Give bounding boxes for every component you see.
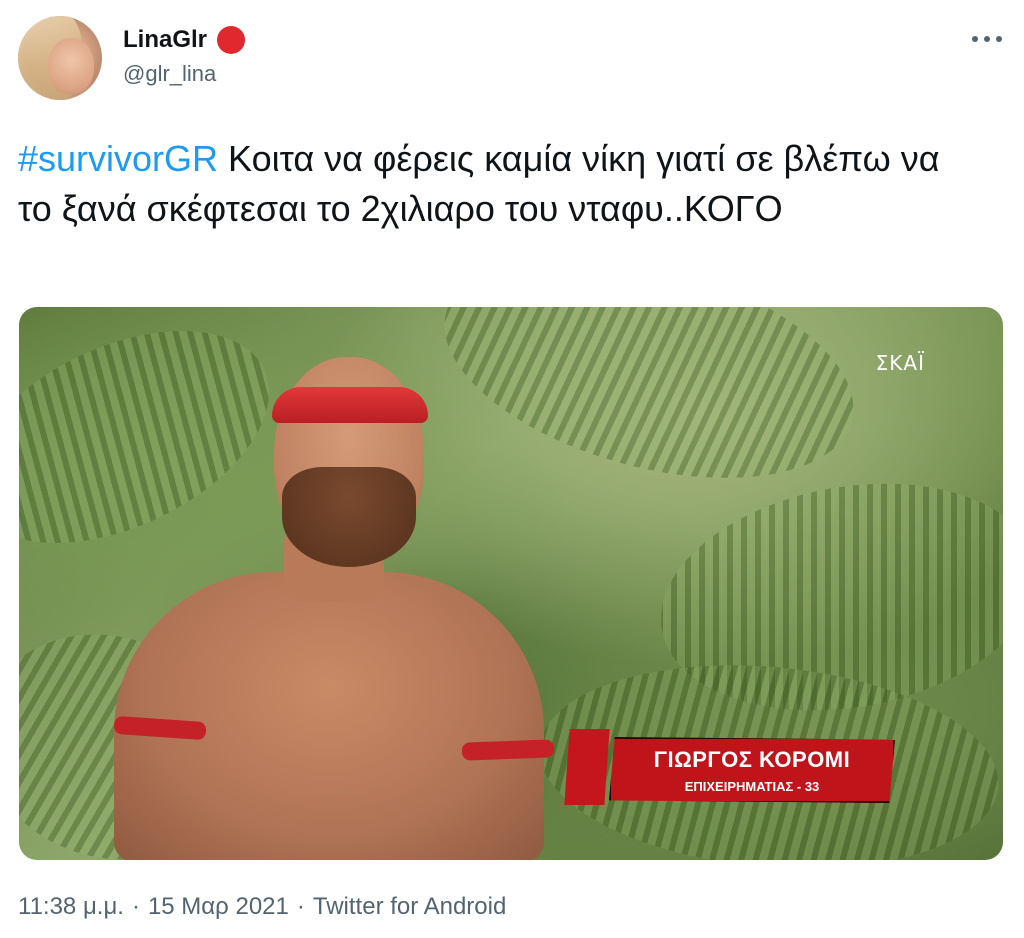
red-headband	[272, 387, 428, 423]
meta-separator: ·	[296, 893, 305, 920]
more-horizontal-icon[interactable]	[972, 24, 1002, 54]
author-handle[interactable]: @glr_lina	[123, 61, 216, 87]
contestant-name: ΓΙΩΡΓΟΣ ΚΟΡΟΜΙ	[653, 747, 851, 772]
channel-watermark: ΣΚΑΪ	[875, 351, 925, 375]
tweet-source-link[interactable]: Twitter for Android	[313, 893, 506, 920]
tweet-media-image[interactable]: ΣΚΑΪ ΓΙΩΡΓΟΣ ΚΟΡΟΜΙ ΕΠΙΧΕΙΡΗΜΑΤΙΑΣ - 33	[19, 307, 1003, 860]
tweet-time: 11:38 μ.μ.	[18, 893, 124, 920]
person-beard	[282, 467, 416, 567]
red-armband	[461, 739, 555, 761]
avatar-face	[48, 38, 94, 94]
person-torso	[114, 572, 544, 860]
contestant-subtitle: ΕΠΙΧΕΙΡΗΜΑΤΙΑΣ - 33	[684, 779, 820, 794]
tweet-date: 15 Μαρ 2021	[147, 893, 289, 920]
author-display-name[interactable]: LinaGlr	[123, 26, 246, 54]
person-figure	[113, 337, 555, 860]
display-name-text: LinaGlr	[123, 26, 208, 53]
author-avatar[interactable]	[18, 16, 102, 100]
hashtag-link[interactable]: #survivorGR	[18, 138, 218, 179]
red-circle-emoji-icon	[217, 26, 246, 54]
tweet-text: #survivorGR Κοιτα να φέρεις καμία νίκη γ…	[18, 134, 958, 234]
lower-third-caption: ΓΙΩΡΓΟΣ ΚΟΡΟΜΙ ΕΠΙΧΕΙΡΗΜΑΤΙΑΣ - 33	[564, 729, 897, 805]
tweet-time-link[interactable]: 11:38 μ.μ.	[18, 893, 124, 920]
tweet-date-link[interactable]: 15 Μαρ 2021	[148, 893, 289, 920]
tweet-meta: 11:38 μ.μ. · 15 Μαρ 2021 · Twitter for Andro…	[18, 893, 506, 921]
meta-separator: ·	[131, 893, 140, 920]
survivor-flag-icon	[564, 729, 610, 805]
